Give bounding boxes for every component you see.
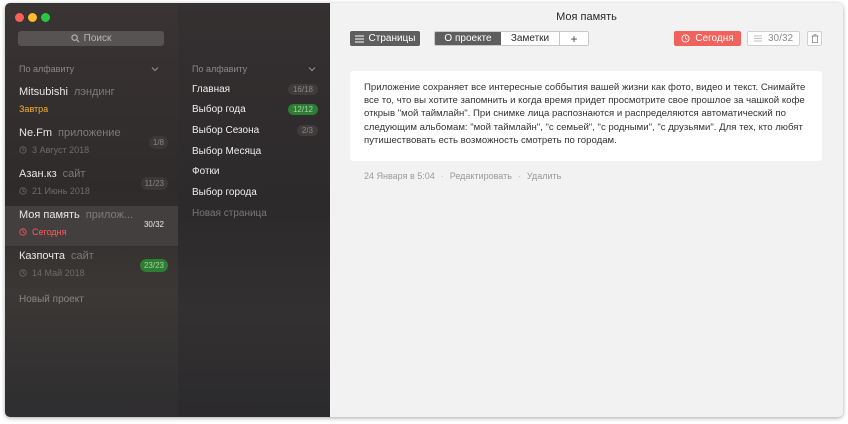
project-name-line: Казпочта сайт (19, 250, 94, 262)
page-item[interactable]: Выбор города (192, 184, 318, 202)
tab-notes[interactable]: Заметки (501, 32, 560, 45)
clock-icon (681, 34, 690, 43)
project-description-card: Приложение сохраняет все интересные собб… (350, 71, 822, 161)
trash-icon (811, 34, 818, 43)
new-page-label: Новая страница (192, 207, 267, 219)
project-name-line: Mitsubishi лэндинг (19, 86, 115, 98)
clock-icon (19, 269, 27, 277)
project-name-line: Ne.Fm приложение (19, 127, 121, 139)
project-progress-badge: 11/23 (140, 177, 168, 190)
project-date: 14 Май 2018 (19, 268, 85, 278)
clock-icon (19, 187, 27, 195)
page-label: Главная (192, 83, 231, 95)
clock-icon (19, 228, 27, 236)
page-item[interactable]: Фотки (192, 163, 318, 181)
new-page-link[interactable]: Новая страница (192, 204, 318, 222)
page-item[interactable]: Выбор Сезона 2/3 (192, 121, 318, 139)
new-project-link[interactable]: Новый проект (19, 294, 84, 305)
page-item[interactable]: Главная 16/18 (192, 80, 318, 98)
progress-count-label: 30/32 (767, 33, 794, 44)
pages-panel: По алфавиту Главная 16/18 Выбор года 12/12 В… (178, 3, 330, 417)
project-date-label: 3 Август 2018 (32, 145, 90, 155)
project-progress-badge: 23/23 (139, 259, 168, 272)
search-placeholder: Поиск (83, 33, 112, 44)
project-type: приложение (58, 127, 121, 139)
search-icon (71, 34, 80, 43)
project-date: 3 Август 2018 (19, 145, 89, 155)
project-item[interactable]: Казпочта сайт 14 Май 2018 23/23 (5, 247, 178, 287)
chevron-down-icon (308, 67, 316, 72)
project-progress-badge: 1/8 (148, 136, 168, 149)
list-icon (753, 35, 762, 42)
menu-icon (354, 35, 364, 42)
project-item[interactable]: Азан.кз сайт 21 Июнь 2018 11/23 (5, 165, 178, 205)
content-pane: Моя память Страницы О проекте Заметки + … (330, 3, 843, 417)
add-tab-button[interactable]: + (560, 32, 588, 45)
project-type: лэндинг (73, 86, 115, 98)
project-name: Азан.кз (19, 168, 57, 180)
project-item[interactable]: Mitsubishi лэндинг Завтра (5, 83, 178, 123)
close-window-button[interactable] (15, 13, 24, 22)
project-date-label: 21 Июнь 2018 (32, 186, 90, 196)
meta-separator: · (517, 171, 521, 181)
minimize-window-button[interactable] (28, 13, 37, 22)
project-name-line: Азан.кз сайт (19, 168, 85, 180)
project-name: Моя память (19, 209, 80, 221)
project-date: Сегодня (19, 227, 67, 237)
projects-panel: Поиск По алфавиту Mitsubishi лэндинг Завтр… (5, 3, 178, 417)
project-name: Mitsubishi (19, 86, 68, 98)
page-label: Выбор Месяца (192, 145, 262, 157)
meta-separator: · (440, 171, 444, 181)
edit-link[interactable]: Редактировать (450, 171, 512, 181)
page-progress-badge: 2/3 (296, 124, 318, 136)
description-meta: 24 Января в 5:04 · Редактировать · Удали… (364, 171, 561, 181)
project-name: Казпочта (19, 250, 66, 262)
today-button-label: Сегодня (695, 33, 734, 44)
project-name: Ne.Fm (19, 127, 52, 139)
zoom-window-button[interactable] (41, 13, 50, 22)
project-type: сайт (62, 168, 86, 180)
search-input[interactable]: Поиск (18, 31, 164, 46)
page-label: Выбор года (192, 104, 246, 116)
pages-sort-dropdown[interactable]: По алфавиту (192, 64, 316, 74)
pages-button-label: Страницы (368, 33, 416, 44)
page-label: Выбор Сезона (192, 124, 260, 136)
delete-link[interactable]: Удалить (527, 171, 561, 181)
project-date-label: Сегодня (32, 227, 67, 237)
app-window: Поиск По алфавиту Mitsubishi лэндинг Завтр… (5, 3, 843, 417)
project-date: Завтра (19, 104, 48, 114)
project-type: сайт (71, 250, 94, 262)
page-progress-badge: 12/12 (287, 104, 318, 116)
pages-button[interactable]: Страницы (350, 31, 420, 46)
page-item[interactable]: Выбор Месяца (192, 142, 318, 160)
pages-sort-label: По алфавиту (192, 64, 248, 74)
today-button[interactable]: Сегодня (674, 31, 741, 46)
tab-bar: О проекте Заметки + (434, 31, 589, 46)
project-description: Приложение сохраняет все интересные собб… (364, 82, 806, 146)
project-date: 21 Июнь 2018 (19, 186, 90, 196)
projects-sort-label: По алфавиту (19, 64, 75, 74)
project-name-line: Моя память прилож... (19, 209, 133, 221)
project-item[interactable]: Моя память прилож... Сегодня 30/32 (5, 206, 178, 246)
page-label: Выбор города (192, 187, 257, 198)
page-title: Моя память (556, 11, 617, 23)
project-date-label: 14 Май 2018 (32, 268, 85, 278)
tab-about[interactable]: О проекте (435, 32, 501, 45)
project-item[interactable]: Ne.Fm приложение 3 Август 2018 1/8 (5, 124, 178, 164)
meta-date: 24 Января в 5:04 (364, 171, 435, 181)
clock-icon (19, 146, 27, 154)
projects-sort-dropdown[interactable]: По алфавиту (19, 64, 159, 74)
page-label: Фотки (192, 166, 220, 178)
chevron-down-icon (151, 67, 159, 72)
project-date-label: Завтра (19, 104, 49, 114)
project-type: прилож... (85, 209, 134, 221)
delete-project-button[interactable] (807, 31, 822, 46)
progress-count-button[interactable]: 30/32 (747, 31, 800, 46)
project-progress-badge: 30/32 (143, 220, 164, 229)
page-item[interactable]: Выбор года 12/12 (192, 101, 318, 119)
page-progress-badge: 16/18 (287, 83, 318, 95)
